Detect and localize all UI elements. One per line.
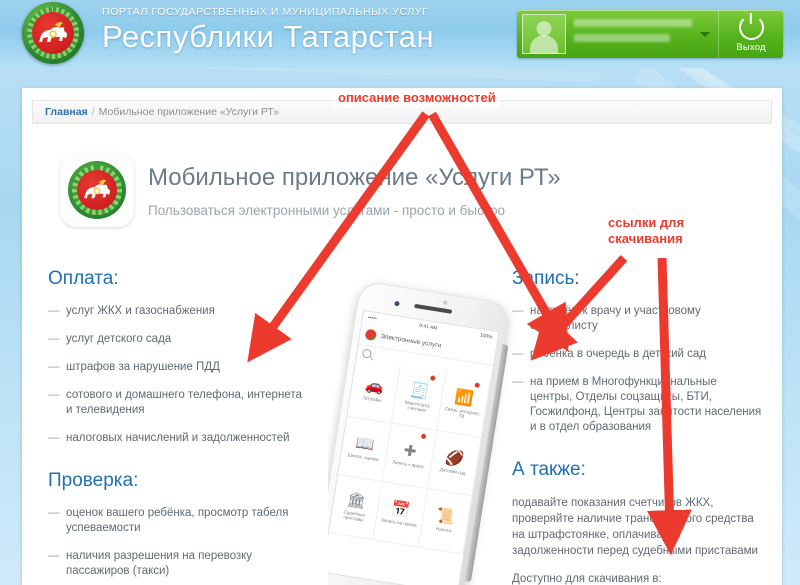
annotation-links-label: ссылки для скачивания	[608, 215, 684, 247]
section-title-proverka: Проверка:	[48, 470, 139, 491]
notification-badge	[474, 382, 481, 389]
tile-caption: Запись на прием	[380, 517, 417, 529]
user-avatar-icon	[522, 14, 566, 54]
notification-badge	[420, 433, 427, 440]
receipt-icon: 🧾	[409, 380, 431, 401]
user-account-box[interactable]: Выход	[517, 10, 783, 58]
list-item: — штрафов за нарушение ПДД	[48, 361, 220, 373]
tile-caption: Школа, оценки	[347, 452, 380, 463]
breadcrumb-current: Мобильное приложение «Услуги РТ»	[98, 106, 280, 118]
section-title-zapis: Запись:	[512, 268, 580, 289]
list-item: — услуг ЖКХ и газоснабжения	[48, 305, 215, 317]
tatarstan-coat-of-arms-icon	[22, 2, 84, 64]
blocks-icon: 🏈	[444, 448, 466, 469]
app-icon	[60, 153, 134, 227]
list-item: — наличия разрешения на перевозку пассажи…	[48, 550, 253, 577]
tile-caption: Квартплата, счётчики	[404, 399, 431, 413]
feature-list-proverka: — оценок вашего ребёнка, просмотр табеля …	[48, 506, 308, 585]
list-item: — ребёнка в очередь в детский сад	[512, 348, 706, 360]
logout-label: Выход	[736, 42, 766, 53]
list-item: — налоговых начислений и задолженностей	[48, 432, 290, 444]
phone-tile-grid: 🚗 Штрафы 🧾 Квартплата, счётчики 📶 Связь,…	[328, 358, 491, 555]
feature-list-zapis: — на приём к врачу и участковому специали…	[512, 304, 762, 435]
status-time: 9:41 AM	[418, 322, 438, 332]
also-paragraph: подавайте показания счетчиков ЖКХ, прове…	[512, 497, 758, 557]
list-item: — услуг детского сада	[48, 333, 172, 345]
site-header: ПОРТАЛ ГОСУДАРСТВЕННЫХ И МУНИЦИПАЛЬНЫХ У…	[0, 0, 800, 68]
medical-cross-icon: ✚	[402, 442, 418, 462]
features-column-right: Запись: — на приём к врачу и участковому …	[512, 268, 762, 585]
notification-badge	[429, 375, 436, 381]
page-title: Мобильное приложение «Услуги РТ»	[148, 164, 561, 191]
list-item: — на приём к врачу и участковому специали…	[512, 305, 701, 332]
annotation-links-line1: ссылки для	[608, 215, 685, 230]
book-icon: 📖	[354, 434, 376, 455]
tile-caption: Запись к врачу	[391, 459, 425, 470]
list-item: — сотового и домашнего телефона, интернет…	[48, 389, 302, 416]
list-item: — на прием в Многофункциональные центры, …	[512, 376, 762, 433]
dash-icon: —	[48, 507, 60, 519]
breadcrumb-separator: /	[91, 106, 95, 118]
annotation-links-line2: скачивания	[608, 231, 683, 246]
antenna-icon: 📶	[453, 388, 475, 408]
page-subtitle: Пользоваться электронными услугами - про…	[148, 203, 506, 218]
app-logo-icon	[364, 328, 378, 341]
header-title-block: ПОРТАЛ ГОСУДАРСТВЕННЫХ И МУНИЦИПАЛЬНЫХ У…	[102, 6, 434, 55]
status-battery: 100%	[479, 331, 493, 340]
tile-caption: Связь, интернет, ТВ	[444, 405, 481, 420]
dash-icon: —	[48, 361, 60, 373]
list-item: — оценок вашего ребёнка, просмотр табеля …	[48, 507, 289, 534]
phone-mockup: ••••• 9:41 AM 100% Электронные услуги 🚗 …	[328, 272, 518, 585]
annotation-description-label: описание возможностей	[334, 88, 500, 108]
car-icon: 🚗	[363, 376, 386, 397]
status-carrier: •••••	[367, 314, 378, 322]
features-column-left: Оплата: — услуг ЖКХ и газоснабжения — услу…	[48, 268, 308, 585]
dash-icon: —	[48, 550, 60, 562]
phone-app-name: Электронные услуги	[379, 332, 442, 349]
dash-icon: —	[48, 432, 60, 444]
tile-caption: Судебные приставы	[343, 508, 366, 523]
calendar-icon: 📅	[390, 500, 412, 520]
power-icon	[738, 15, 764, 40]
header-title: Республики Татарстан	[102, 19, 435, 54]
search-icon	[361, 347, 373, 359]
tile-caption: Штрафы	[362, 395, 382, 404]
available-label: Доступно для скачивания в:	[512, 573, 662, 585]
phone-tile[interactable]: 🏈 Детский сад	[427, 430, 482, 497]
courthouse-icon: 🏛	[345, 490, 368, 511]
page-root: ПОРТАЛ ГОСУДАРСТВЕННЫХ И МУНИЦИПАЛЬНЫХ У…	[0, 0, 800, 585]
header-subtitle: ПОРТАЛ ГОСУДАРСТВЕННЫХ И МУНИЦИПАЛЬНЫХ У…	[102, 6, 429, 18]
section-title-oplata: Оплата:	[48, 268, 119, 289]
phone-tile[interactable]: 📶 Связь, интернет, ТВ	[436, 372, 491, 438]
chevron-down-icon[interactable]	[692, 10, 718, 58]
logout-button[interactable]: Выход	[718, 10, 783, 58]
phone-tile[interactable]: 📜 Налоги	[418, 489, 473, 555]
dash-icon: —	[48, 333, 60, 345]
dash-icon: —	[48, 305, 60, 317]
percent-document-icon: 📜	[434, 507, 457, 527]
feature-list-oplata: — услуг ЖКХ и газоснабжения — услуг детско…	[48, 304, 308, 446]
section-title-a-takzhe: А также:	[512, 459, 586, 480]
user-name-redacted	[566, 10, 692, 58]
tile-caption: Детский сад	[439, 467, 466, 477]
breadcrumb-home-link[interactable]: Главная	[45, 106, 88, 118]
dash-icon: —	[48, 389, 60, 401]
tile-caption: Налоги	[435, 526, 452, 534]
